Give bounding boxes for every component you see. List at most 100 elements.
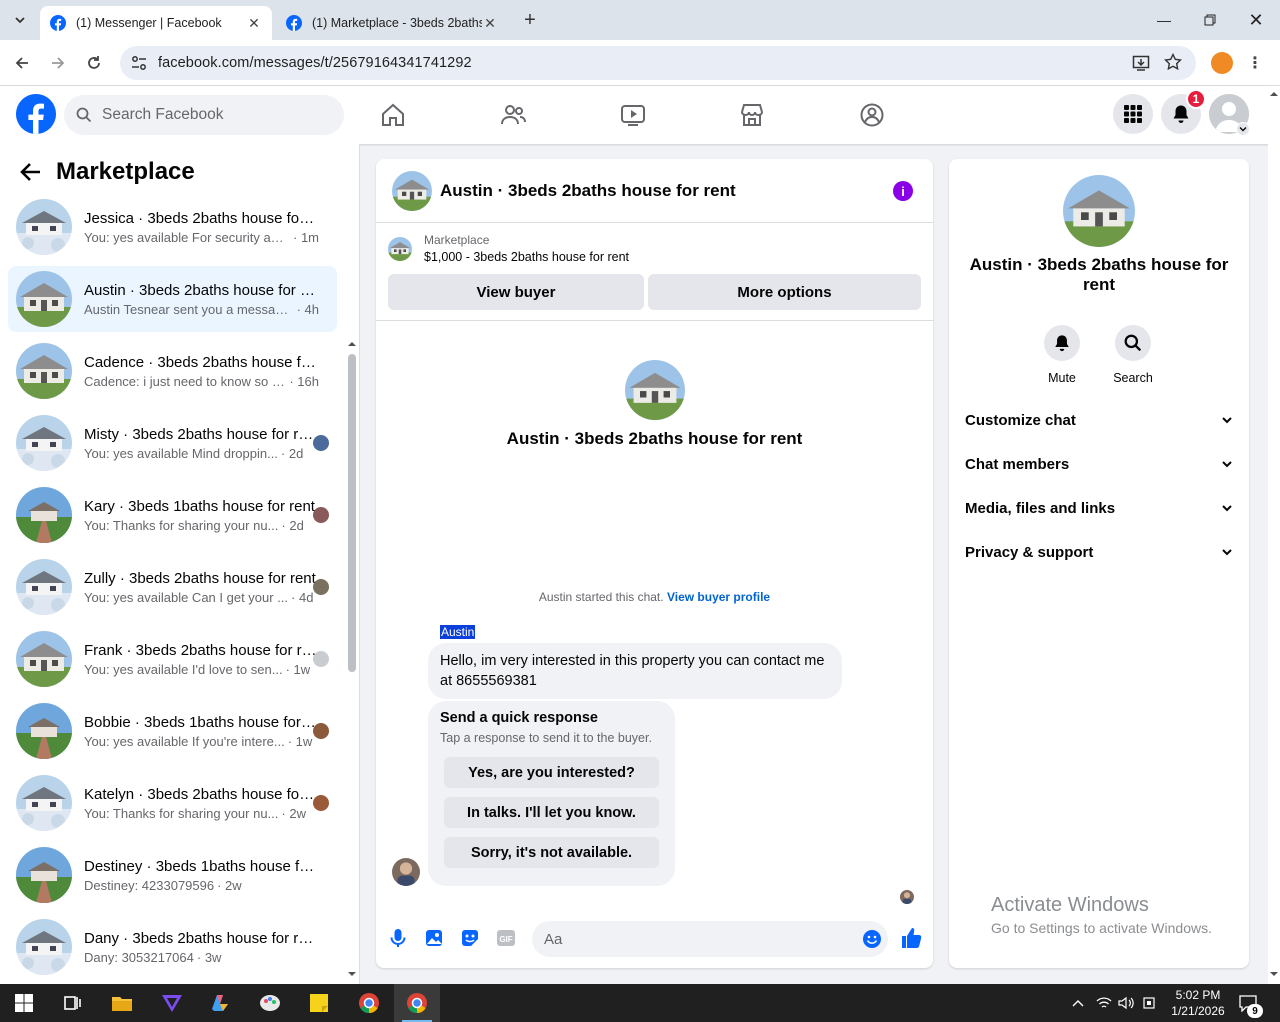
page-scrollbar[interactable] xyxy=(1268,86,1280,984)
gif-icon[interactable]: GIF xyxy=(496,928,516,948)
sticky-notes-icon[interactable] xyxy=(307,991,331,1015)
listing-title: $1,000 - 3beds 2baths house for rent xyxy=(424,250,630,264)
conversation-time: · 2w xyxy=(281,805,306,821)
chevron-down-icon xyxy=(1222,505,1232,512)
chrome-icon[interactable] xyxy=(357,991,381,1015)
search-action[interactable]: Search xyxy=(1103,325,1163,385)
section-privacy-support[interactable]: Privacy & support xyxy=(965,536,1233,568)
extension-icon[interactable] xyxy=(1211,52,1233,74)
paint-icon[interactable] xyxy=(258,991,282,1015)
chat-avatar[interactable] xyxy=(392,171,432,211)
new-tab-button[interactable]: + xyxy=(520,10,540,30)
arrow-left-icon xyxy=(15,57,28,69)
house-photo-icon xyxy=(625,360,685,420)
conversation-item[interactable]: Jessica · 3beds 2baths house for rent You… xyxy=(8,194,337,260)
quick-response-button[interactable]: In talks. I'll let you know. xyxy=(444,797,659,828)
info-icon[interactable]: i xyxy=(893,181,913,201)
restore-button[interactable] xyxy=(1200,10,1220,30)
file-explorer-icon[interactable] xyxy=(110,991,134,1015)
copilot-icon[interactable] xyxy=(208,991,232,1015)
conversation-name: Bobbie · 3beds 1baths house for rent xyxy=(84,713,319,731)
back-button[interactable] xyxy=(11,52,33,74)
video-icon[interactable] xyxy=(620,102,646,128)
menu-button[interactable] xyxy=(1113,94,1153,134)
chevron-up-icon[interactable] xyxy=(1072,998,1084,1008)
conversation-name: Austin · 3beds 2baths house for rent xyxy=(84,281,319,299)
search-icon xyxy=(76,107,92,123)
browser-menu-icon[interactable]: ⋮ xyxy=(1244,52,1266,74)
section-customize-chat[interactable]: Customize chat xyxy=(965,404,1233,436)
scroll-down-icon[interactable] xyxy=(348,970,356,978)
close-tab-icon[interactable]: ✕ xyxy=(482,15,498,31)
conversation-time: · 4d xyxy=(291,589,314,605)
minimize-button[interactable]: — xyxy=(1154,10,1174,30)
conversation-name: Cadence · 3beds 2baths house for rent xyxy=(84,353,319,371)
taskbar-clock[interactable]: 5:02 PM 1/21/2026 xyxy=(1160,987,1236,1019)
message-input[interactable] xyxy=(544,930,844,948)
view-buyer-button[interactable]: View buyer xyxy=(388,274,644,310)
gaming-icon[interactable] xyxy=(859,102,885,128)
tab-messenger[interactable]: (1) Messenger | Facebook ✕ xyxy=(40,6,272,40)
microphone-icon[interactable] xyxy=(388,928,408,948)
address-bar[interactable]: facebook.com/messages/t/2567916434174129… xyxy=(120,46,1196,80)
conversation-item[interactable]: Cadence · 3beds 2baths house for rent Cad… xyxy=(8,338,337,404)
listing-summary[interactable]: Marketplace $1,000 - 3beds 2baths house … xyxy=(388,233,629,264)
mute-action[interactable]: Mute xyxy=(1032,325,1092,385)
thumbs-up-icon[interactable] xyxy=(900,927,922,949)
chat-title[interactable]: Austin · 3beds 2baths house for rent xyxy=(440,181,736,201)
photo-icon[interactable] xyxy=(424,928,444,948)
emoji-icon[interactable] xyxy=(862,929,882,949)
back-arrow-icon[interactable] xyxy=(20,161,42,183)
conversation-item[interactable]: Misty · 3beds 2baths house for rent You: … xyxy=(8,410,337,476)
search-input[interactable] xyxy=(102,106,322,124)
vpn-app-icon[interactable] xyxy=(160,991,184,1015)
conversation-item[interactable]: Dany · 3beds 2baths house for rent Dany: … xyxy=(8,914,337,980)
conversation-time: · 1w xyxy=(287,733,313,749)
view-buyer-profile-link[interactable]: View buyer profile xyxy=(667,590,770,604)
account-dropdown[interactable] xyxy=(1236,122,1250,136)
more-options-button[interactable]: More options xyxy=(648,274,921,310)
bookmark-star-icon[interactable] xyxy=(1164,53,1182,71)
section-media-files-links[interactable]: Media, files and links xyxy=(965,492,1233,524)
house-photo-icon xyxy=(16,559,72,615)
scroll-down-icon[interactable] xyxy=(1270,970,1278,978)
conversation-item[interactable]: Kary · 3beds 1baths house for rent You: T… xyxy=(8,482,337,548)
tab-marketplace[interactable]: (1) Marketplace - 3beds 2baths ✕ xyxy=(276,6,508,40)
scrollbar-thumb[interactable] xyxy=(348,354,356,672)
quick-response-button[interactable]: Yes, are you interested? xyxy=(444,757,659,788)
forward-button[interactable] xyxy=(47,52,69,74)
conversation-time: · 2w xyxy=(217,877,242,893)
person-photo-icon xyxy=(392,858,420,886)
conversation-item[interactable]: Katelyn · 3beds 2baths house for rent You… xyxy=(8,770,337,836)
marketplace-icon[interactable] xyxy=(739,102,765,128)
home-icon[interactable] xyxy=(380,102,406,128)
conversation-item[interactable]: Bobbie · 3beds 1baths house for rent You:… xyxy=(8,698,337,764)
windows-start-icon[interactable] xyxy=(12,991,36,1015)
sticker-icon[interactable] xyxy=(460,928,480,948)
quick-response-button[interactable]: Sorry, it's not available. xyxy=(444,837,659,868)
conversation-item[interactable]: Frank · 3beds 2baths house for rent You: … xyxy=(8,626,337,692)
message-input-wrapper[interactable] xyxy=(532,921,888,957)
facebook-search[interactable] xyxy=(64,95,344,135)
facebook-logo-icon[interactable] xyxy=(16,94,56,134)
scroll-up-icon[interactable] xyxy=(1270,90,1278,98)
close-window-button[interactable]: ✕ xyxy=(1246,10,1266,30)
conversation-item[interactable]: Zully · 3beds 2baths house for rent You: … xyxy=(8,554,337,620)
conversation-item[interactable]: Austin · 3beds 2baths house for rent Aust… xyxy=(8,266,337,332)
scroll-up-icon[interactable] xyxy=(348,340,356,348)
tab-search-button[interactable] xyxy=(8,8,32,32)
site-settings-icon[interactable] xyxy=(130,54,148,72)
sender-avatar[interactable] xyxy=(392,858,420,886)
reload-button[interactable] xyxy=(83,52,105,74)
active-chrome-window[interactable] xyxy=(394,984,440,1022)
wifi-icon[interactable] xyxy=(1096,996,1112,1010)
conversation-item[interactable]: Destiney · 3beds 1baths house for rent De… xyxy=(8,842,337,908)
close-tab-icon[interactable]: ✕ xyxy=(246,15,262,31)
section-chat-members[interactable]: Chat members xyxy=(965,448,1233,480)
install-app-icon[interactable] xyxy=(1132,54,1150,72)
task-view-icon[interactable] xyxy=(60,991,84,1015)
battery-icon[interactable] xyxy=(1142,996,1158,1010)
friends-icon[interactable] xyxy=(500,102,526,128)
message-bubble[interactable]: Hello, im very interested in this proper… xyxy=(428,643,842,699)
volume-icon[interactable] xyxy=(1118,996,1134,1010)
